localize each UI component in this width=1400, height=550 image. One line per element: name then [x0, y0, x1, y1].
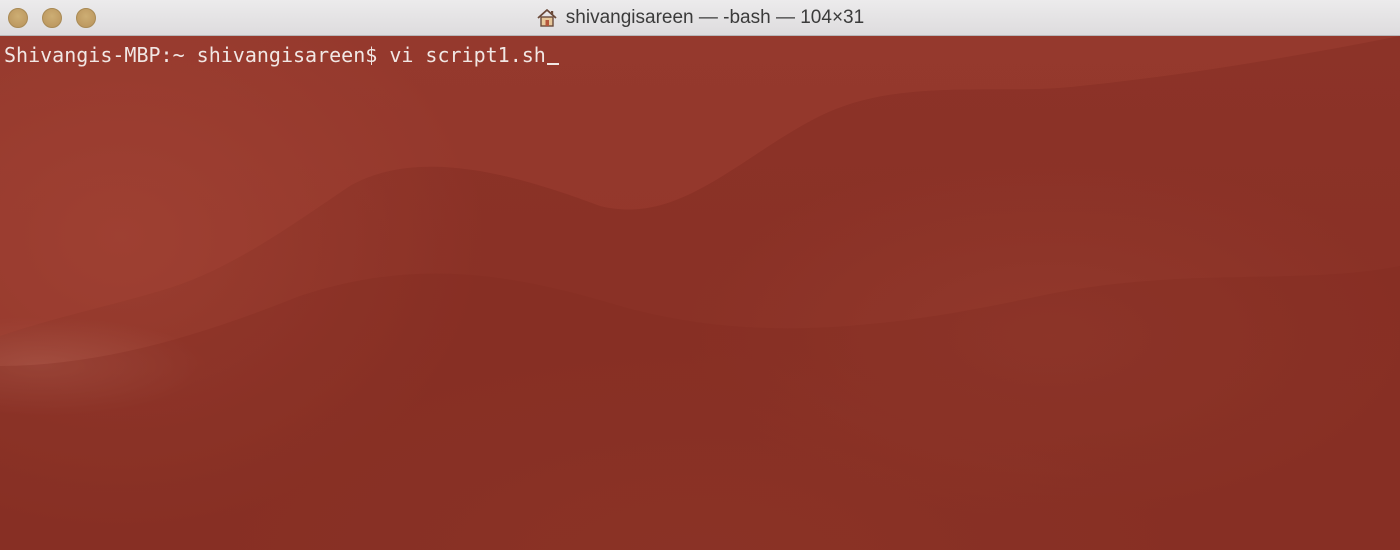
text-cursor: [546, 63, 559, 65]
window-title: shivangisareen — -bash — 104×31: [0, 0, 1400, 36]
typed-command: vi script1.sh: [389, 43, 546, 67]
command-line[interactable]: Shivangis-MBP:~ shivangisareen$ vi scrip…: [4, 41, 559, 69]
minimize-button[interactable]: [42, 8, 62, 28]
zoom-button[interactable]: [76, 8, 96, 28]
title-bar[interactable]: shivangisareen — -bash — 104×31: [0, 0, 1400, 36]
home-icon: [537, 9, 557, 27]
terminal-pane[interactable]: Shivangis-MBP:~ shivangisareen$ vi scrip…: [0, 36, 1400, 550]
close-button[interactable]: [8, 8, 28, 28]
terminal-window: shivangisareen — -bash — 104×31 Shivangi…: [0, 0, 1400, 550]
window-title-text: shivangisareen — -bash — 104×31: [565, 7, 865, 28]
background-wallpaper: [0, 36, 1400, 550]
shell-prompt: Shivangis-MBP:~ shivangisareen$: [4, 43, 390, 67]
